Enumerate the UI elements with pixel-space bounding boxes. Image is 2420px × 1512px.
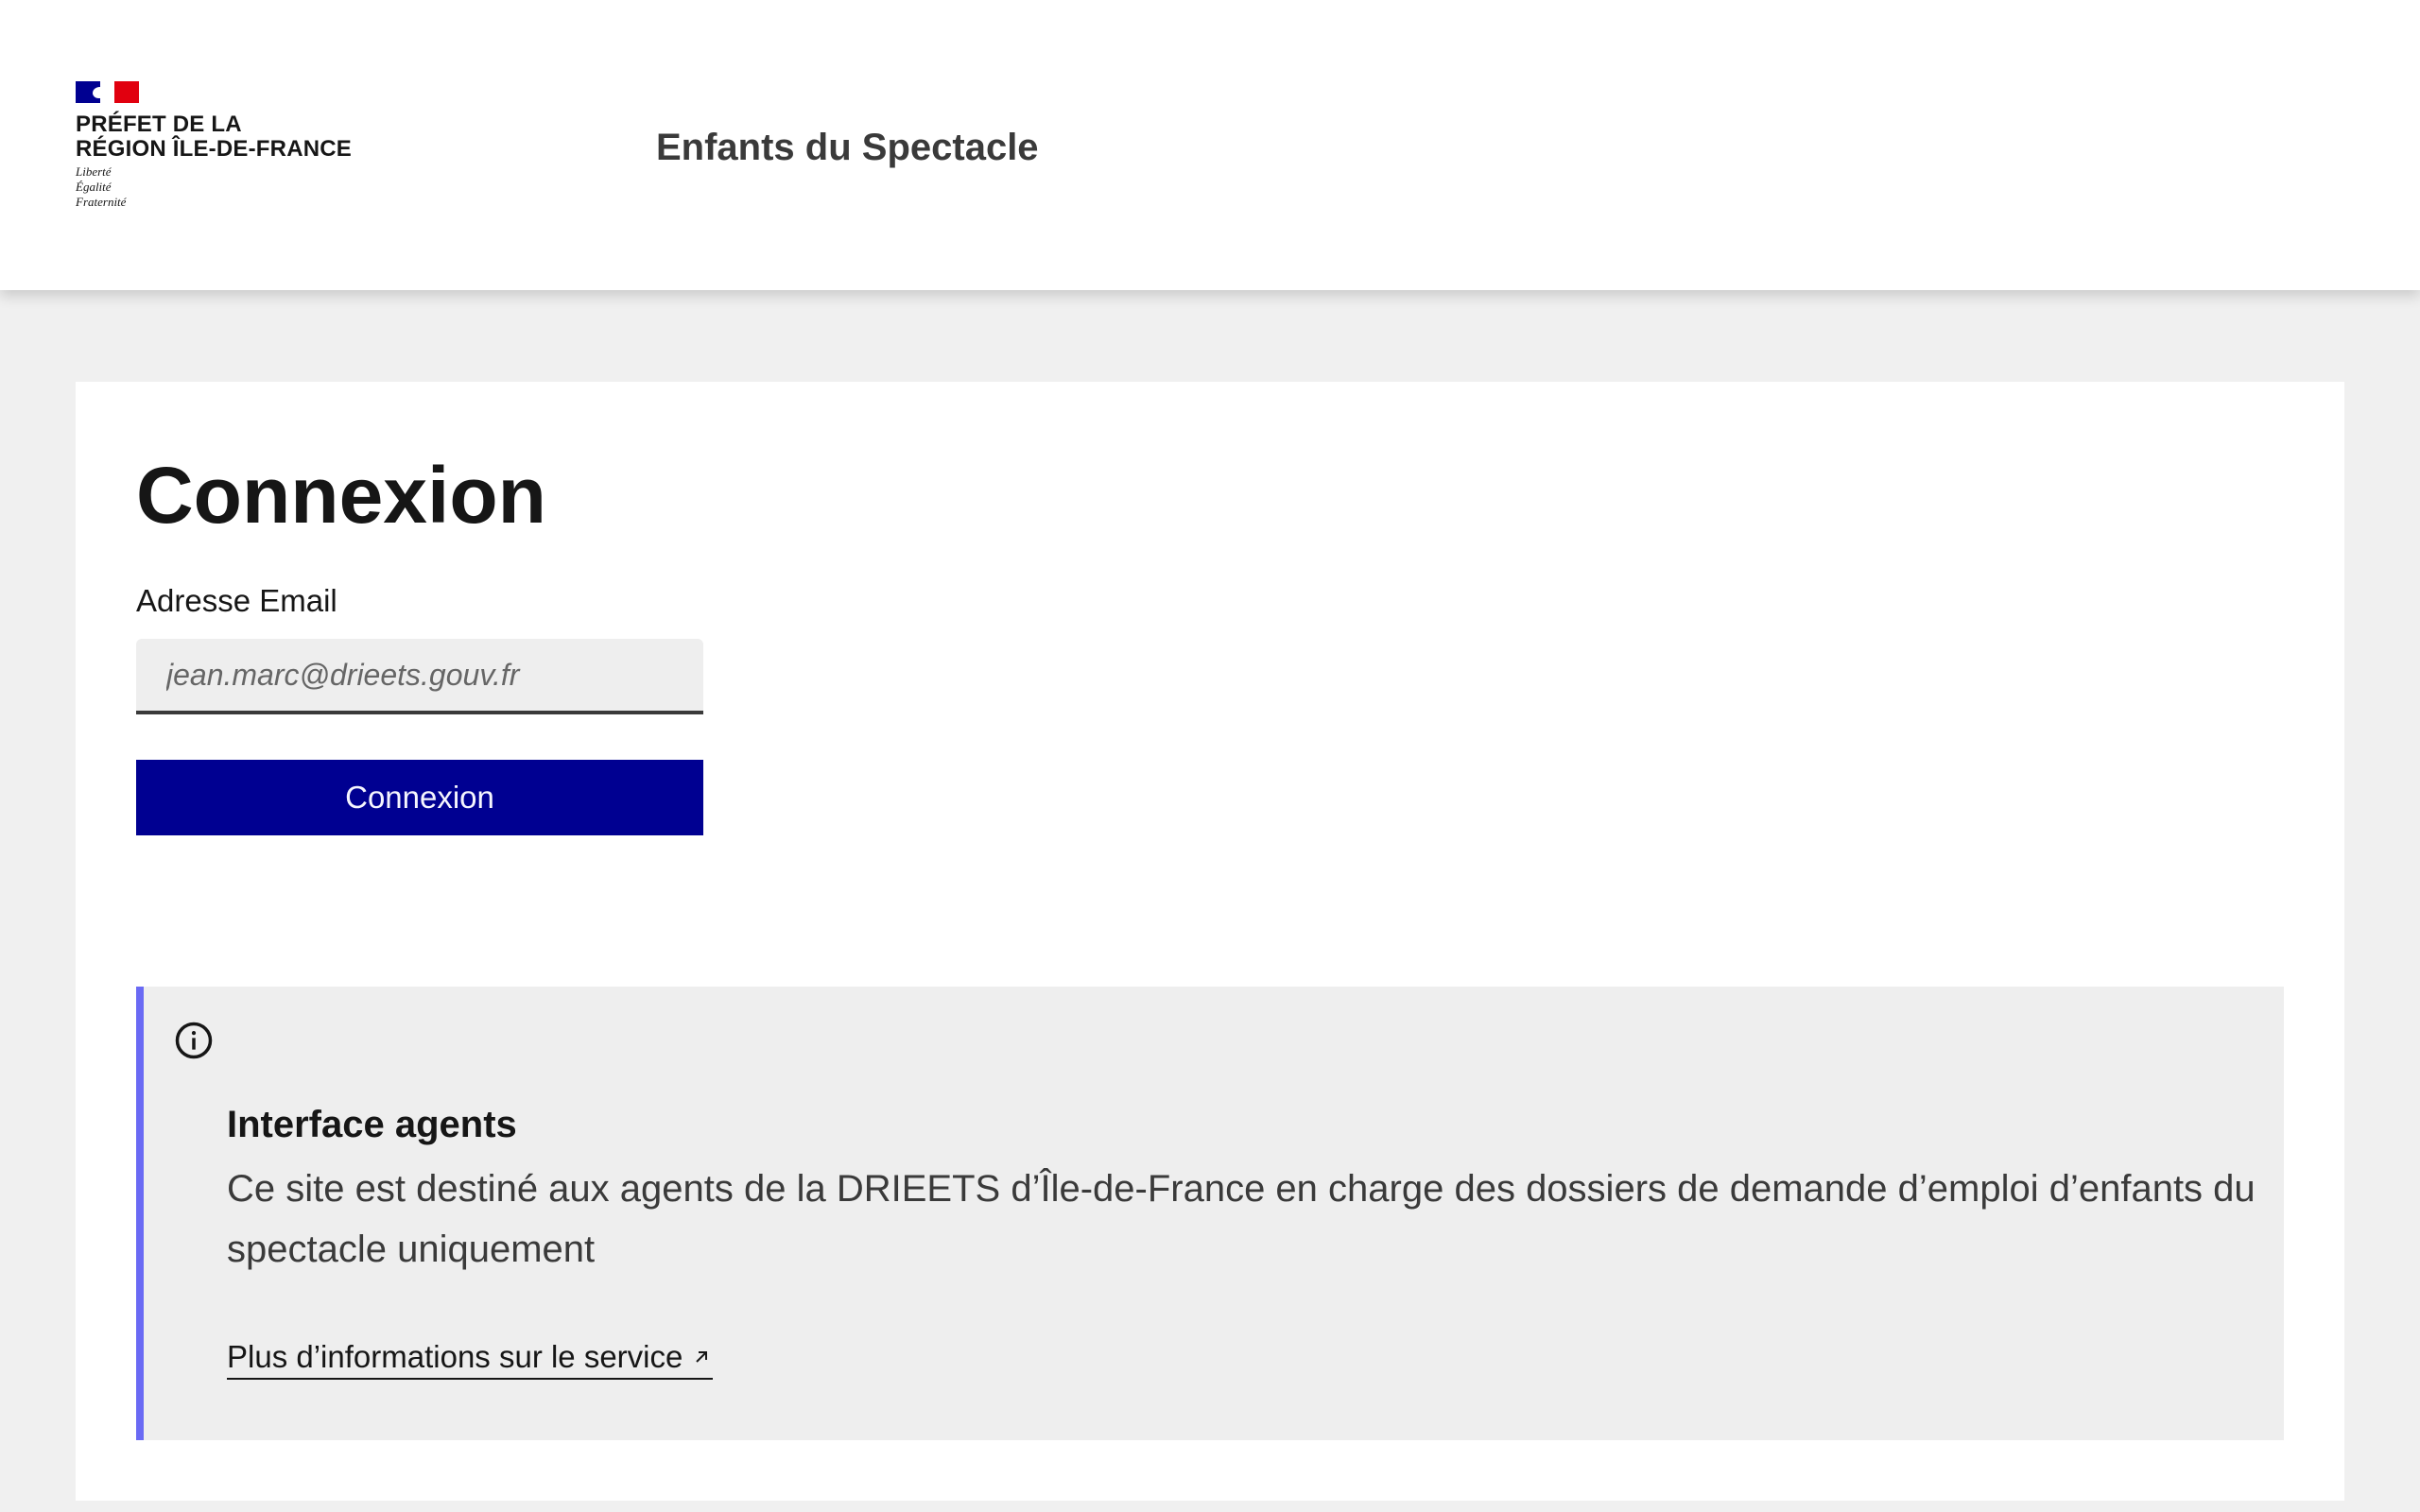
info-icon bbox=[175, 1022, 213, 1059]
external-link-icon bbox=[696, 1351, 708, 1363]
more-info-link-label: Plus d’informations sur le service bbox=[227, 1339, 683, 1374]
service-title[interactable]: Enfants du Spectacle bbox=[656, 125, 1039, 170]
organization-name-line-2: RÉGION ÎLE-DE-FRANCE bbox=[76, 136, 352, 162]
motto-fraternite: Fraternité bbox=[76, 195, 127, 209]
page-title: Connexion bbox=[136, 451, 546, 540]
organization-name: PRÉFET DE LA RÉGION ÎLE-DE-FRANCE bbox=[76, 112, 378, 162]
motto-liberte: Liberté bbox=[76, 164, 112, 179]
login-button[interactable]: Connexion bbox=[136, 760, 703, 835]
marianne-flag-icon bbox=[76, 81, 139, 103]
email-field[interactable] bbox=[136, 639, 703, 714]
email-label: Adresse Email bbox=[136, 583, 337, 618]
republic-motto: Liberté Égalité Fraternité bbox=[76, 164, 378, 210]
organization-name-line-1: PRÉFET DE LA bbox=[76, 112, 242, 137]
government-logo[interactable]: PRÉFET DE LA RÉGION ÎLE-DE-FRANCE Libert… bbox=[76, 81, 378, 210]
login-card: Connexion Adresse Email Connexion Interf… bbox=[76, 382, 2344, 1501]
motto-egalite: Égalité bbox=[76, 180, 112, 194]
site-header: PRÉFET DE LA RÉGION ÎLE-DE-FRANCE Libert… bbox=[0, 0, 2420, 290]
callout-text: Ce site est destiné aux agents de la DRI… bbox=[227, 1168, 2256, 1270]
info-callout: Interface agents Ce site est destiné aux… bbox=[136, 987, 2284, 1440]
more-info-link[interactable]: Plus d’informations sur le service bbox=[227, 1338, 714, 1380]
callout-title: Interface agents bbox=[227, 1104, 517, 1145]
